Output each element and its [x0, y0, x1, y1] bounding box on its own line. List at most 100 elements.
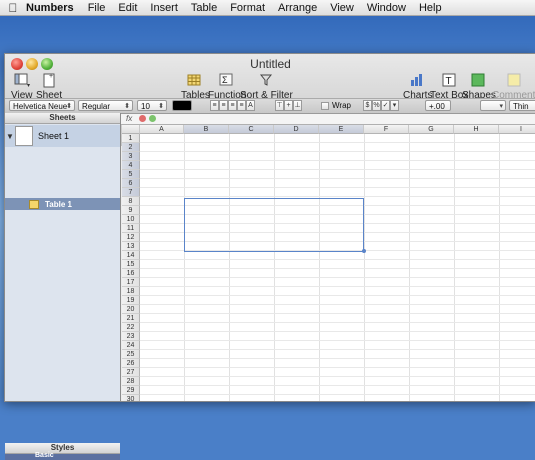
row-header[interactable]: 29 [122, 386, 140, 395]
style-item-basic[interactable]: Basic [5, 452, 120, 460]
row-header[interactable]: 3 [122, 152, 140, 161]
menu-help[interactable]: Help [419, 2, 442, 14]
column-header-d[interactable]: D [274, 125, 319, 134]
grid-line [140, 169, 535, 170]
row-header[interactable]: 9 [122, 206, 140, 215]
row-header[interactable]: 17 [122, 278, 140, 287]
table-1-selection[interactable] [184, 198, 364, 252]
view-button[interactable]: ▾ View [11, 72, 33, 101]
table-resize-handle[interactable] [362, 249, 366, 253]
shapes-icon [470, 72, 488, 88]
row-header[interactable]: 15 [122, 260, 140, 269]
menu-bar:  Numbers File Edit Insert Table Format … [0, 0, 535, 16]
decimals-control[interactable]: +.00 [425, 100, 451, 111]
format-menu-icon[interactable]: ▾ [390, 100, 399, 111]
disclosure-triangle-icon[interactable]: ▼ [5, 132, 15, 141]
charts-button[interactable]: Charts [403, 72, 432, 101]
text-color-well[interactable] [172, 100, 192, 111]
valign-top-icon[interactable]: ⊤ [275, 100, 284, 111]
row-header[interactable]: 4 [122, 161, 140, 170]
grid-line [140, 160, 535, 161]
column-header-f[interactable]: F [364, 125, 409, 134]
font-style-select[interactable]: Regular ⬍ [78, 100, 133, 111]
percent-icon[interactable]: % [372, 100, 381, 111]
menu-format[interactable]: Format [230, 2, 265, 14]
cancel-formula-icon[interactable] [139, 115, 146, 122]
grid-line [140, 322, 535, 323]
menu-window[interactable]: Window [367, 2, 406, 14]
valign-middle-icon[interactable]: + [284, 100, 293, 111]
menu-app-name[interactable]: Numbers [26, 2, 74, 14]
column-header-a[interactable]: A [140, 125, 184, 134]
row-header[interactable]: 26 [122, 359, 140, 368]
row-header[interactable]: 8 [122, 197, 140, 206]
menu-view[interactable]: View [330, 2, 354, 14]
checkbox-format-icon[interactable]: ✓ [381, 100, 390, 111]
window-title: Untitled [250, 57, 291, 71]
sheets-header: Sheets [5, 113, 120, 124]
font-family-select[interactable]: Helvetica Neue ⬍ [9, 100, 75, 111]
spreadsheet-grid[interactable]: A B C D E F G H I 1 2 3 4 5 6 7 8 9 10 11 12 13 14 15 1… [122, 125, 535, 401]
sidebar-item-sheet-1[interactable]: ▼ Sheet 1 [5, 125, 120, 147]
sheet-button[interactable]: + Sheet [36, 72, 62, 101]
column-header-h[interactable]: H [454, 125, 499, 134]
align-auto-icon[interactable]: A [246, 100, 255, 111]
row-header[interactable]: 14 [122, 251, 140, 260]
row-header[interactable]: 16 [122, 269, 140, 278]
column-header-b[interactable]: B [184, 125, 229, 134]
row-header[interactable]: 24 [122, 341, 140, 350]
menu-edit[interactable]: Edit [118, 2, 137, 14]
grid-line [140, 142, 535, 143]
align-center-icon[interactable]: ≡ [219, 100, 228, 111]
row-header[interactable]: 1 [122, 134, 140, 143]
column-header-g[interactable]: G [409, 125, 454, 134]
decimals-value: +.00 [429, 102, 445, 111]
menu-table[interactable]: Table [191, 2, 217, 14]
row-header[interactable]: 19 [122, 296, 140, 305]
row-header[interactable]: 13 [122, 242, 140, 251]
shapes-button[interactable]: Shapes [462, 72, 496, 101]
align-right-icon[interactable]: ≡ [228, 100, 237, 111]
row-header[interactable]: 11 [122, 224, 140, 233]
currency-icon[interactable]: $ [363, 100, 372, 111]
row-header[interactable]: 27 [122, 368, 140, 377]
menu-arrange[interactable]: Arrange [278, 2, 317, 14]
row-header[interactable]: 5 [122, 170, 140, 179]
valign-bottom-icon[interactable]: ⊥ [293, 100, 302, 111]
row-header[interactable]: 22 [122, 323, 140, 332]
column-header-i[interactable]: I [499, 125, 535, 134]
tables-button[interactable]: Tables [181, 72, 210, 101]
row-header[interactable]: 2 [122, 143, 140, 152]
sort-filter-button[interactable]: Sort & Filter [240, 72, 293, 101]
grid-corner[interactable] [122, 125, 140, 134]
row-header[interactable]: 23 [122, 332, 140, 341]
column-header-e[interactable]: E [319, 125, 364, 134]
accept-formula-icon[interactable] [149, 115, 156, 122]
row-header[interactable]: 18 [122, 287, 140, 296]
wrap-checkbox[interactable] [321, 102, 329, 110]
grid-line [140, 349, 535, 350]
row-header[interactable]: 7 [122, 188, 140, 197]
row-header[interactable]: 25 [122, 350, 140, 359]
row-header[interactable]: 6 [122, 179, 140, 188]
sidebar-item-table-1[interactable]: Table 1 [5, 198, 120, 210]
line-weight-select[interactable]: Thin [509, 100, 535, 111]
grid-line [140, 340, 535, 341]
align-left-icon[interactable]: ≡ [210, 100, 219, 111]
align-justify-icon[interactable]: ≡ [237, 100, 246, 111]
row-header[interactable]: 30 [122, 395, 140, 401]
row-header[interactable]: 28 [122, 377, 140, 386]
row-header[interactable]: 10 [122, 215, 140, 224]
row-header[interactable]: 20 [122, 305, 140, 314]
row-header[interactable]: 12 [122, 233, 140, 242]
numbers-window: Untitled ▾ View + Sheet Tables Σ Functio… [4, 53, 535, 460]
menu-insert[interactable]: Insert [150, 2, 178, 14]
column-header-c[interactable]: C [229, 125, 274, 134]
formula-bar[interactable]: fx [121, 114, 535, 125]
row-header[interactable]: 21 [122, 314, 140, 323]
comment-button[interactable]: Comment [492, 72, 535, 101]
menu-file[interactable]: File [88, 2, 106, 14]
font-size-select[interactable]: 10 ⬍ [137, 100, 167, 111]
apple-menu-icon[interactable]:  [0, 1, 26, 15]
border-style-select[interactable]: ▾ [480, 100, 506, 111]
